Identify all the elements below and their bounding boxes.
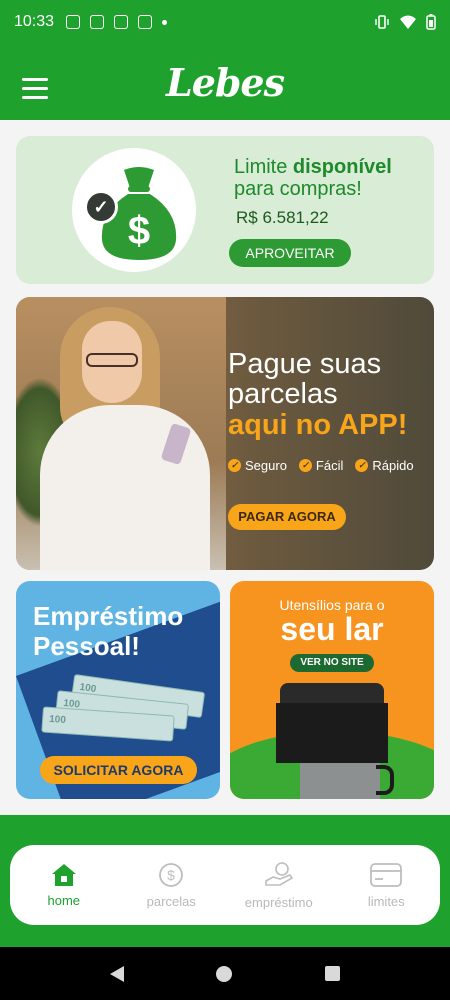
limit-title: Limite disponível para compras! [234, 156, 424, 200]
home-circle-icon[interactable] [216, 965, 233, 982]
feature-label: Rápido [372, 458, 414, 473]
coffee-maker-image [272, 683, 394, 799]
feature-item: ✓ Fácil [298, 458, 344, 473]
menu-button[interactable] [22, 78, 48, 100]
status-time: 10:33 [14, 13, 55, 30]
menu-bar [22, 96, 48, 99]
money-bills-image: 100 100 100 [36, 673, 206, 743]
loan-title-line1: Empréstimo [33, 601, 184, 631]
nav-label: parcelas [146, 893, 196, 909]
ver-no-site-button[interactable]: VER NO SITE [290, 654, 374, 672]
pay-features: ✓ Seguro ✓ Fácil ✓ Rápido [228, 458, 414, 473]
nav-limites[interactable]: limites [333, 845, 441, 925]
lebes-logo: Lebes [165, 59, 285, 105]
limit-title-prefix: Limite [234, 156, 293, 178]
loan-title-line2: Pessoal! [33, 631, 140, 661]
bottom-navigation: home $ parcelas empréstimo limites [10, 845, 440, 925]
coffee-maker-jar [300, 763, 380, 799]
nav-parcelas[interactable]: $ parcelas [118, 845, 226, 925]
pay-installments-banner[interactable]: Pague suas parcelas aqui no APP! ✓ Seguro… [16, 297, 434, 570]
check-icon: ✓ [84, 190, 118, 224]
hand-money-icon [264, 861, 294, 889]
coffee-maker-top [280, 683, 384, 705]
card-icon [370, 862, 403, 888]
status-bar: 10:33 [0, 0, 450, 44]
feature-label: Fácil [315, 458, 344, 473]
solicitar-agora-button[interactable]: SOLICITAR AGORA [40, 756, 197, 784]
more-dot-icon [162, 19, 168, 25]
feature-item: ✓ Rápido [355, 458, 414, 473]
app-header: Lebes [0, 44, 450, 120]
recent-apps-icon[interactable] [324, 966, 340, 981]
home-banner-title: seu lar [280, 611, 384, 647]
wifi-icon [400, 15, 416, 29]
system-navigation-bar [0, 947, 450, 1000]
gesture-icon [90, 15, 105, 29]
bag-icon [138, 15, 153, 29]
battery-icon [426, 14, 436, 30]
check-circle-icon: ✓ [228, 459, 241, 472]
coffee-maker-body [276, 703, 388, 763]
pay-banner-accent: aqui no APP! [228, 409, 408, 441]
personal-loan-banner[interactable]: Empréstimo Pessoal! 100 100 100 SOLICITA… [16, 581, 220, 799]
vibrate-icon [375, 15, 389, 29]
nav-label: empréstimo [244, 894, 313, 910]
limit-value: R$ 6.581,22 [236, 208, 329, 227]
download-icon [114, 15, 129, 29]
notification-icons [66, 15, 168, 29]
nav-label: home [47, 892, 81, 908]
home-utensils-banner[interactable]: Utensílios para o seu lar VER NO SITE [230, 581, 434, 799]
home-icon [51, 863, 77, 887]
aproveitar-button[interactable]: APROVEITAR [229, 239, 351, 267]
coffee-maker-handle [376, 765, 394, 795]
check-circle-icon: ✓ [298, 459, 312, 472]
menu-bar [22, 87, 48, 90]
woman-glasses [86, 353, 138, 367]
back-icon[interactable] [110, 965, 125, 982]
nav-emprestimo[interactable]: empréstimo [225, 845, 333, 925]
feature-label: Seguro [245, 458, 287, 473]
currency-symbol: $ [128, 209, 150, 253]
home-content: $ ✓ Limite disponível para compras! R$ 6… [0, 120, 450, 815]
limit-title-bold: disponível [292, 156, 392, 178]
nav-label: limites [367, 893, 405, 909]
menu-bar [22, 78, 48, 81]
system-icons [374, 14, 436, 30]
pagar-agora-button[interactable]: PAGAR AGORA [228, 504, 346, 530]
credit-limit-card[interactable]: $ ✓ Limite disponível para compras! R$ 6… [16, 136, 434, 284]
svg-text:$: $ [167, 867, 175, 883]
nav-home[interactable]: home [10, 845, 118, 925]
pay-banner-title: Pague suas parcelas [228, 348, 382, 410]
sim-icon [66, 15, 81, 29]
dollar-coin-icon: $ [158, 862, 184, 888]
limit-title-suffix: para compras! [234, 178, 362, 200]
loan-banner-title: Empréstimo Pessoal! [33, 601, 183, 661]
check-circle-icon: ✓ [355, 459, 369, 472]
feature-item: ✓ Seguro [228, 458, 287, 473]
